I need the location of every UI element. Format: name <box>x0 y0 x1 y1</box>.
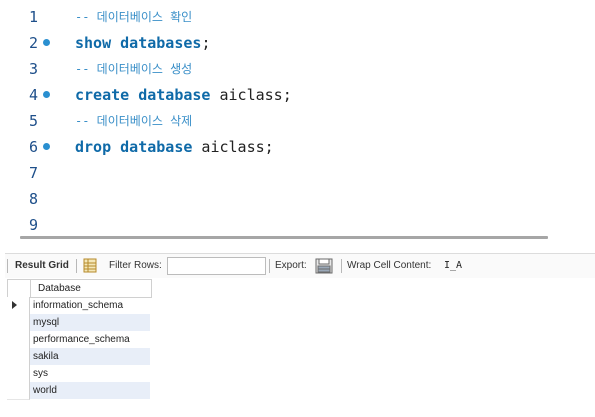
filter-rows-input[interactable] <box>167 257 266 275</box>
sql-statement: show databases; <box>75 30 210 56</box>
grid-view-icon[interactable] <box>83 258 97 274</box>
table-cell[interactable]: sys <box>30 365 150 382</box>
sql-comment: -- 데이터베이스 생성 <box>75 62 193 76</box>
line-number: 5 <box>28 112 38 130</box>
sql-statement: create database aiclass; <box>75 82 292 108</box>
table-row[interactable]: sys <box>7 365 150 383</box>
row-header-corner <box>8 280 31 297</box>
sql-text: aiclass; <box>210 86 292 104</box>
editor-line[interactable]: 1 -- 데이터베이스 확인 <box>0 4 595 30</box>
row-header[interactable] <box>7 365 30 383</box>
sql-comment: -- 데이터베이스 확인 <box>75 10 193 24</box>
sql-comment: -- 데이터베이스 삭제 <box>75 114 193 128</box>
line-number: 1 <box>28 8 38 26</box>
row-header[interactable] <box>7 382 30 400</box>
sql-keyword: database <box>138 86 211 104</box>
result-grid-tab[interactable]: Result Grid <box>15 254 69 278</box>
statement-marker-icon <box>43 143 50 150</box>
sql-text: ; <box>201 34 211 52</box>
table-row[interactable]: world <box>7 382 150 400</box>
row-header[interactable] <box>7 348 30 366</box>
editor-line[interactable]: 8 <box>0 186 595 212</box>
export-icon[interactable] <box>315 257 333 275</box>
table-row[interactable]: sakila <box>7 348 150 366</box>
toolbar-divider <box>7 259 8 273</box>
wrap-cell-label: Wrap Cell Content: <box>347 260 432 271</box>
row-header[interactable] <box>7 297 30 315</box>
sql-keyword: show <box>75 34 112 52</box>
sql-keyword: drop <box>75 138 112 156</box>
table-cell[interactable]: performance_schema <box>30 331 150 348</box>
editor-line[interactable]: 7 <box>0 160 595 186</box>
table-cell[interactable]: sakila <box>30 348 150 365</box>
sql-statement: drop database aiclass; <box>75 134 274 160</box>
line-number: 2 <box>28 34 38 52</box>
line-number: 9 <box>28 216 38 234</box>
row-header[interactable] <box>7 314 30 332</box>
grid-header: Database <box>7 279 152 298</box>
table-cell[interactable]: information_schema <box>30 297 150 314</box>
statement-marker-icon <box>43 91 50 98</box>
sql-keyword: databases <box>120 34 202 52</box>
toolbar-divider <box>341 259 342 273</box>
horizontal-scrollbar[interactable] <box>20 236 548 239</box>
statement-marker-icon <box>43 39 50 46</box>
result-toolbar: Result Grid Filter Rows: Export: Wrap Ce… <box>5 253 595 278</box>
editor-line[interactable]: 3 -- 데이터베이스 생성 <box>0 56 595 82</box>
export-label: Export: <box>275 260 307 271</box>
toolbar-divider <box>76 259 77 273</box>
wrap-cell-icon[interactable]: I̲A <box>444 254 462 278</box>
row-header[interactable] <box>7 331 30 349</box>
editor-line[interactable]: 6 drop database aiclass; <box>0 134 595 160</box>
table-cell[interactable]: world <box>30 382 150 399</box>
table-row[interactable]: mysql <box>7 314 150 332</box>
filter-rows-label: Filter Rows: <box>109 260 162 271</box>
line-number: 6 <box>28 138 38 156</box>
editor-line[interactable]: 5 -- 데이터베이스 삭제 <box>0 108 595 134</box>
line-number: 8 <box>28 190 38 208</box>
table-row[interactable]: performance_schema <box>7 331 150 349</box>
sql-text: aiclass; <box>192 138 274 156</box>
sql-keyword: create <box>75 86 130 104</box>
editor-line[interactable]: 9 <box>0 212 595 238</box>
column-header-database[interactable]: Database <box>38 280 81 297</box>
line-number: 7 <box>28 164 38 182</box>
line-number: 3 <box>28 60 38 78</box>
sql-editor[interactable]: 1 -- 데이터베이스 확인 2 show databases; 3 -- 데이… <box>0 0 595 234</box>
line-number: 4 <box>28 86 38 104</box>
editor-line[interactable]: 2 show databases; <box>0 30 595 56</box>
toolbar-divider <box>269 259 270 273</box>
table-cell[interactable]: mysql <box>30 314 150 331</box>
table-row[interactable]: information_schema <box>7 297 150 315</box>
sql-keyword: database <box>120 138 193 156</box>
current-row-arrow-icon <box>12 301 17 309</box>
editor-line[interactable]: 4 create database aiclass; <box>0 82 595 108</box>
